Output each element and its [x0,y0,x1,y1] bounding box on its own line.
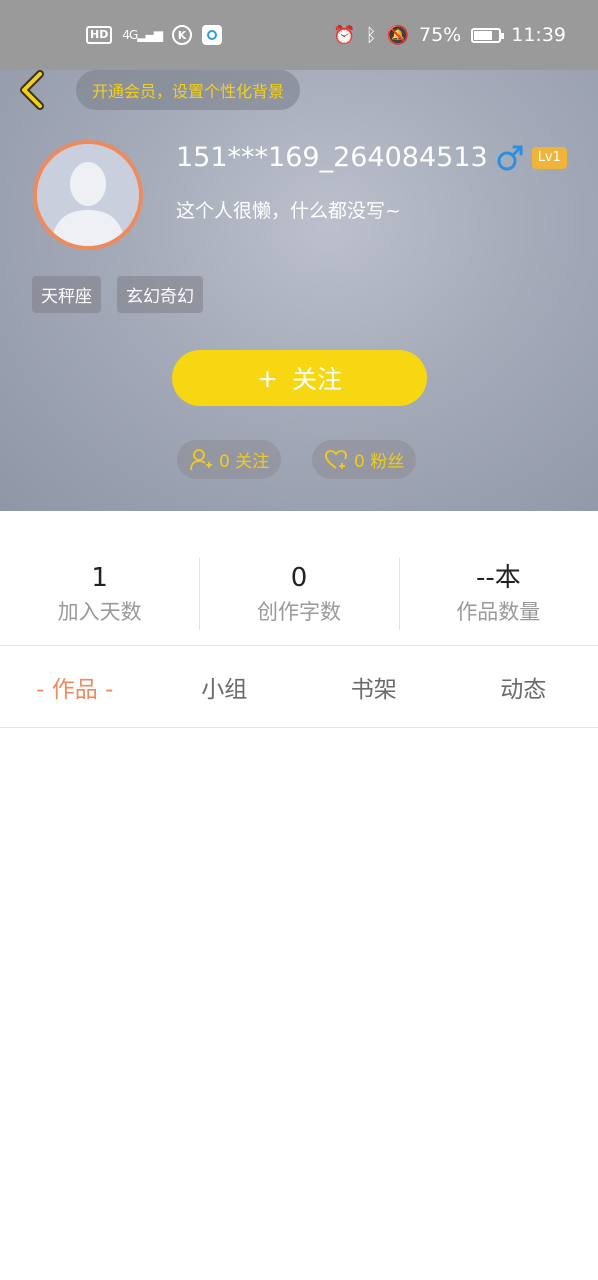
battery-icon [471,27,505,43]
battery-percent: 75% [419,24,462,46]
stat-label: 创作字数 [256,600,341,624]
default-avatar-icon [37,144,139,246]
tab-bookshelf[interactable]: 书架 [299,670,449,704]
signal-icon: 4G▂▄▆ [122,28,163,42]
chevron-left-icon [20,70,44,110]
alarm-icon: ⏰ [333,24,356,46]
male-gender-icon [497,145,523,170]
status-right-icons: ⏰ ᛒ 🔕 75% 11:39 [333,24,566,46]
stat-value: 0 [290,563,308,593]
fans-count: 0 粉丝 [354,452,405,472]
stat-value: 1 [91,563,108,593]
stat-word-count: 0 创作字数 [199,552,398,645]
clock: 11:39 [511,24,566,46]
stat-label: 作品数量 [456,600,541,624]
tag-list: 天秤座 玄幻奇幻 [32,276,203,313]
back-button[interactable] [14,70,50,110]
follow-button-label: 关注 [291,365,342,394]
username-row: 151***169_264084513 Lv1 [176,142,567,173]
bio-text: 这个人很懒，什么都没写~ [176,200,401,222]
browser-app-icon [201,25,222,45]
heart-plus-icon [325,449,347,469]
stat-label: 加入天数 [57,600,142,624]
tab-groups[interactable]: 小组 [150,670,300,704]
hd-icon: HD [86,26,113,44]
profile-header: 开通会员，设置个性化背景 151***169_264084513 Lv1 这个人… [0,70,598,511]
level-badge: Lv1 [531,146,567,169]
network-type-label: 4G [122,28,138,42]
tab-works[interactable]: - 作品 - [0,670,150,704]
stat-join-days: 1 加入天数 [0,552,199,645]
stat-works-count: --本 作品数量 [398,552,598,645]
following-count-button[interactable]: 0 关注 [177,440,282,479]
stats-row: 1 加入天数 0 创作字数 --本 作品数量 [0,552,598,646]
mute-icon: 🔕 [386,24,409,46]
follow-button[interactable]: + 关注 [172,350,427,406]
fans-count-button[interactable]: 0 粉丝 [312,440,417,479]
status-left-icons: HD 4G▂▄▆ K [86,25,222,45]
bluetooth-icon: ᛒ [365,24,377,46]
following-count: 0 关注 [219,452,270,472]
tab-content-area [0,729,598,1280]
tag-genre: 玄幻奇幻 [117,276,203,313]
avatar[interactable] [33,140,143,250]
vip-background-prompt[interactable]: 开通会员，设置个性化背景 [76,70,301,110]
username: 151***169_264084513 [176,142,488,173]
k-app-icon: K [171,25,192,45]
tag-zodiac: 天秤座 [32,276,101,313]
status-bar: HD 4G▂▄▆ K ⏰ ᛒ 🔕 75% 11:39 [0,0,598,70]
add-person-icon [190,448,212,470]
profile-tabs: - 作品 - 小组 书架 动态 [0,647,598,728]
tab-activity[interactable]: 动态 [449,670,598,704]
stat-value: --本 [475,563,521,593]
plus-icon: + [257,363,278,393]
